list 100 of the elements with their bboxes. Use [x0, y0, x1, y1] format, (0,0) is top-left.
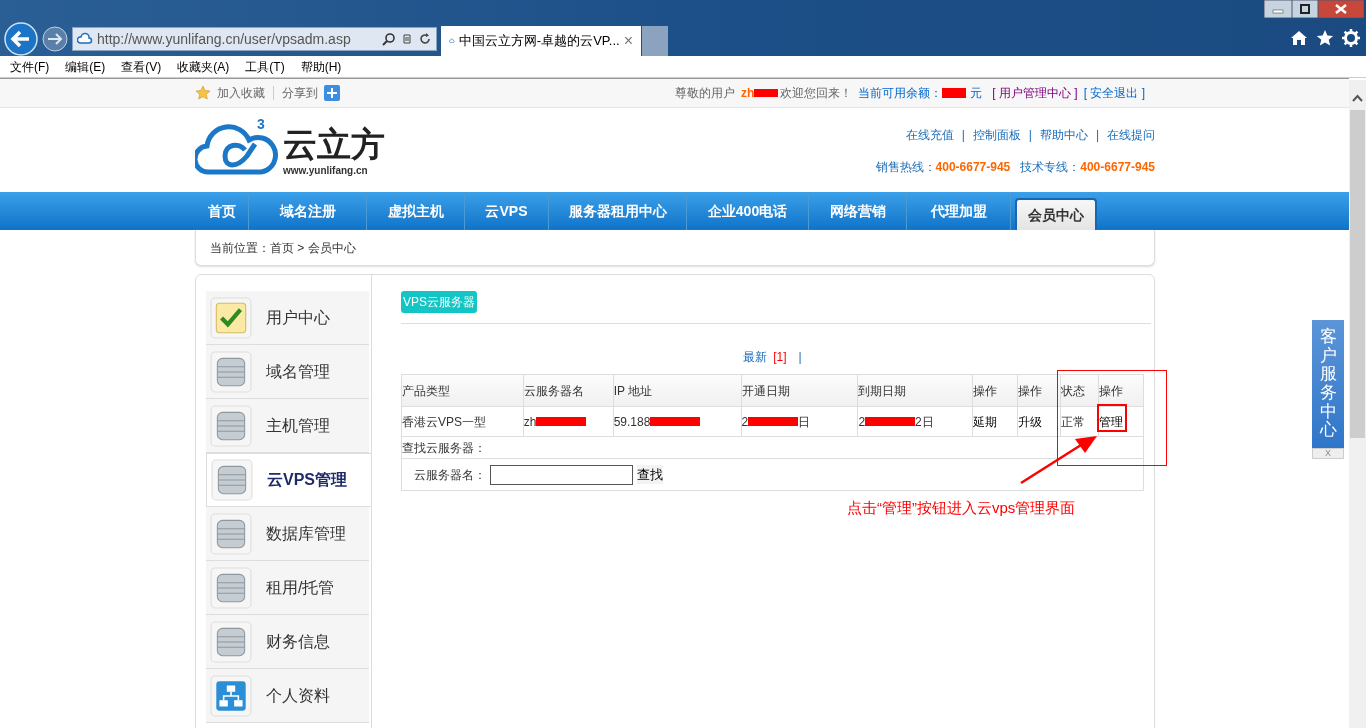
sidebar-item[interactable]: 数据库管理 [206, 507, 369, 561]
sidebar-item[interactable]: 租用/托管 [206, 561, 369, 615]
pager-link[interactable]: 最新 [743, 348, 768, 366]
sidebar-label: 数据库管理 [266, 523, 346, 544]
balance-label: 当前可用余额： [858, 85, 943, 102]
sidebar-label: 财务信息 [266, 631, 330, 652]
table-cell-text: 59.188 [613, 413, 651, 431]
hotline-number: 400-6677-945 [935, 159, 1011, 176]
sidebar-item[interactable]: 域名管理 [206, 345, 369, 399]
column-header: 操作 [1098, 374, 1144, 407]
bookmark-link[interactable]: 加入收藏 [217, 84, 265, 102]
username-text: zh [740, 85, 755, 102]
link-separator: | [1095, 127, 1099, 144]
database-icon [211, 459, 253, 501]
greeting-text: 尊敬的用户 [674, 85, 735, 102]
scrollbar-thumb[interactable] [1350, 110, 1365, 438]
table-cell-text: 2 [741, 413, 749, 431]
network-icon [210, 674, 252, 717]
search-button[interactable]: 查找 [637, 464, 663, 485]
sidebar-label: 域名管理 [266, 361, 330, 382]
link-separator: | [961, 127, 965, 144]
service-link[interactable]: 在线充值 [905, 126, 954, 144]
column-header: 开通日期 [741, 374, 858, 407]
site-icon [77, 31, 93, 47]
pager-separator: | [798, 349, 802, 366]
link-separator: | [1028, 127, 1032, 144]
tab-title: 中国云立方网-卓越的云VP... [458, 32, 620, 51]
database-icon [210, 350, 252, 393]
close-button[interactable] [1318, 0, 1364, 18]
breadcrumb-text: 当前位置：首页 > 会员中心 [210, 239, 356, 257]
menu-item[interactable]: 收藏夹(A) [171, 57, 236, 76]
logo-text: 云立方 [283, 125, 385, 163]
menu-item[interactable]: 文件(F) [4, 57, 56, 76]
address-bar[interactable]: http://www.yunlifang.cn/user/vpsadm.asp [72, 27, 437, 51]
hotline-label: 销售热线： [875, 159, 936, 176]
database-icon [210, 512, 252, 555]
column-header: 状态 [1060, 374, 1099, 407]
home-icon[interactable] [1290, 29, 1308, 47]
search-icon[interactable] [382, 32, 396, 46]
back-button[interactable] [4, 22, 38, 56]
sidebar-label: 个人资料 [266, 685, 330, 706]
address-text: http://www.yunlifang.cn/user/vpsadm.asp [97, 29, 351, 49]
sidebar-item[interactable]: 云VPS管理 [206, 453, 371, 507]
settings-icon[interactable] [1342, 29, 1360, 47]
share-plus-icon[interactable] [324, 85, 340, 101]
forward-button[interactable] [42, 26, 68, 52]
sidebar-label: 租用/托管 [266, 577, 335, 598]
browser-tab[interactable]: 中国云立方网-卓越的云VP... × [441, 26, 641, 56]
menu-item[interactable]: 工具(T) [239, 57, 291, 76]
header-link[interactable]: [ 用户管理中心 ] [992, 84, 1078, 102]
tab-close-button[interactable]: × [623, 29, 633, 53]
database-icon [210, 566, 252, 609]
menu-item[interactable]: 查看(V) [115, 57, 168, 76]
favorites-star-icon[interactable] [1316, 29, 1334, 47]
annotation-caption: 点击“管理”按钮进入云vps管理界面 [847, 498, 1076, 518]
scrollbar[interactable] [1349, 80, 1366, 728]
search-field[interactable] [490, 464, 633, 485]
column-header: 到期日期 [857, 374, 973, 407]
table-cell-text: 日 [798, 413, 811, 431]
hotline-label: 技术专线： [1020, 159, 1081, 176]
column-header: 产品类型 [401, 374, 524, 407]
search-label: 云服务器名： [414, 466, 486, 484]
sidebar-item[interactable]: 用户中心 [206, 291, 369, 345]
hotline-number: 400-6677-945 [1080, 159, 1155, 176]
currency-text: 元 [970, 85, 983, 102]
table-cell-text: 2日 [915, 413, 934, 431]
share-link[interactable]: 分享到 [282, 84, 318, 102]
column-header: 云服务器名 [523, 374, 614, 407]
table-cell-text: 香港云VPS一型 [402, 413, 486, 431]
sidebar-label: 主机管理 [266, 415, 330, 436]
service-link[interactable]: 帮助中心 [1039, 126, 1088, 144]
column-header: 操作 [1017, 374, 1061, 407]
service-link[interactable]: 在线提问 [1107, 126, 1155, 144]
welcome-text: 欢迎您回来！ [780, 85, 853, 102]
sidebar-label: 用户中心 [266, 307, 330, 328]
checkmark-icon [210, 296, 252, 339]
column-header: IP 地址 [613, 374, 742, 407]
table-cell-text: 正常 [1061, 413, 1086, 431]
sidebar-item[interactable]: 财务信息 [206, 615, 369, 669]
logo-url: www.yunlifang.cn [283, 164, 369, 178]
logo-superscript: 3 [257, 115, 265, 134]
nav-tab[interactable]: 会员中心 [1015, 198, 1097, 230]
page-number[interactable]: [1] [773, 348, 787, 366]
sidebar-label: 云VPS管理 [267, 470, 347, 490]
sidebar-item[interactable]: 主机管理 [206, 399, 369, 453]
menu-item[interactable]: 帮助(H) [294, 57, 348, 76]
customer-service-label: 客户服务中心 [1319, 327, 1337, 441]
search-title: 查找云服务器： [402, 440, 486, 455]
menu-item[interactable]: 编辑(E) [59, 57, 112, 76]
column-header: 操作 [972, 374, 1018, 407]
database-icon [210, 404, 252, 447]
table-cell-text: zh [523, 413, 537, 431]
database-icon [210, 620, 252, 663]
table-cell-text: 2 [858, 413, 866, 431]
sidebar-item[interactable]: 个人资料 [206, 669, 369, 723]
service-link[interactable]: 控制面板 [972, 126, 1021, 144]
restore-button[interactable] [1292, 0, 1318, 18]
refresh-icon[interactable] [418, 32, 432, 46]
star-icon [195, 85, 211, 101]
header-link[interactable]: [ 安全退出 ] [1083, 84, 1145, 102]
